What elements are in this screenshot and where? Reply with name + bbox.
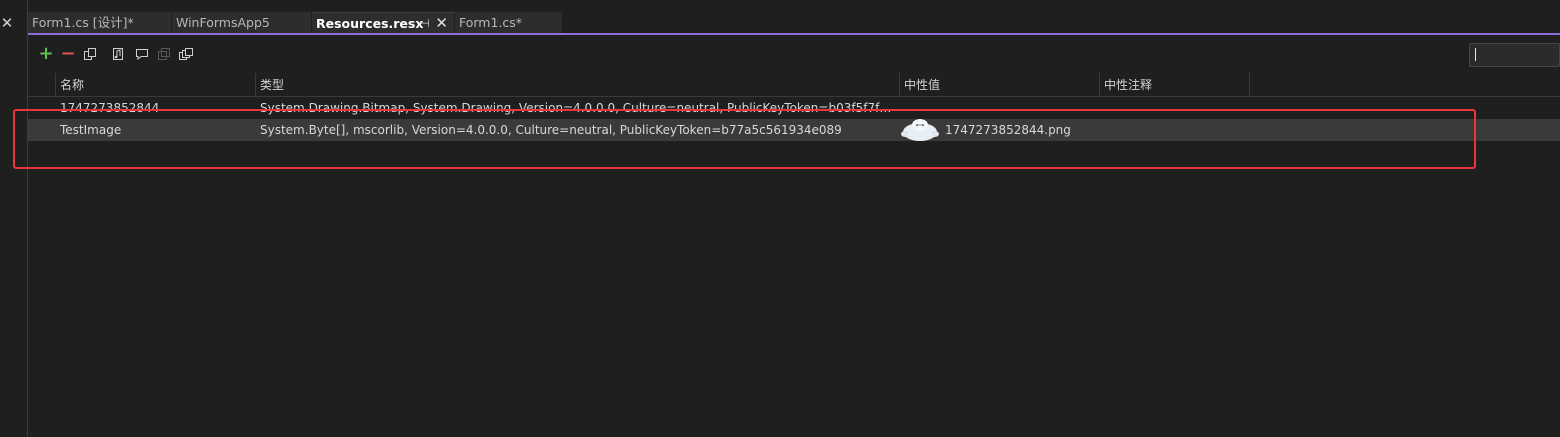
active-tab-underline <box>28 33 1560 35</box>
highlight-annotation-box <box>13 109 1476 169</box>
resource-toolbar: + − <box>28 42 1560 66</box>
disabled-view-icon <box>155 45 173 63</box>
close-icon[interactable]: ✕ <box>435 13 448 34</box>
row-header-column <box>28 73 56 97</box>
column-header-neutral-value[interactable]: 中性值 <box>900 73 1100 97</box>
comment-icon[interactable] <box>133 45 151 63</box>
pin-icon[interactable]: ⊣ <box>420 13 430 34</box>
column-header-neutral-comment[interactable]: 中性注释 <box>1100 73 1250 97</box>
tab-label: Form1.cs [设计]* <box>32 15 134 30</box>
grid-header: 名称 类型 中性值 中性注释 <box>28 73 1560 97</box>
views-icon[interactable] <box>177 45 195 63</box>
resx-editor-window: ✕ Form1.cs [设计]* WinFormsApp5 Resources.… <box>0 0 1560 437</box>
add-resource-icon[interactable]: + <box>37 45 55 63</box>
column-header-name[interactable]: 名称 <box>56 73 256 97</box>
remove-resource-icon[interactable]: − <box>59 45 77 63</box>
search-input[interactable] <box>1469 43 1560 67</box>
tab-label: Resources.resx <box>316 16 424 31</box>
tab-winformsapp5[interactable]: WinFormsApp5 <box>172 12 312 33</box>
tab-label: WinFormsApp5 <box>176 15 270 30</box>
tab-label: Form1.cs* <box>459 15 523 30</box>
audio-resource-icon[interactable] <box>109 45 127 63</box>
close-icon[interactable]: ✕ <box>0 14 14 32</box>
tab-resources-resx[interactable]: Resources.resx ⊣ ✕ <box>312 12 455 34</box>
copy-icon[interactable] <box>81 45 99 63</box>
text-caret <box>1475 48 1476 61</box>
left-panel-strip: ✕ <box>0 0 28 437</box>
tab-form1-designer[interactable]: Form1.cs [设计]* <box>28 12 172 33</box>
column-header-type[interactable]: 类型 <box>256 73 900 97</box>
document-tab-bar: Form1.cs [设计]* WinFormsApp5 Resources.re… <box>28 12 1560 34</box>
tab-form1-code[interactable]: Form1.cs* <box>455 12 563 33</box>
